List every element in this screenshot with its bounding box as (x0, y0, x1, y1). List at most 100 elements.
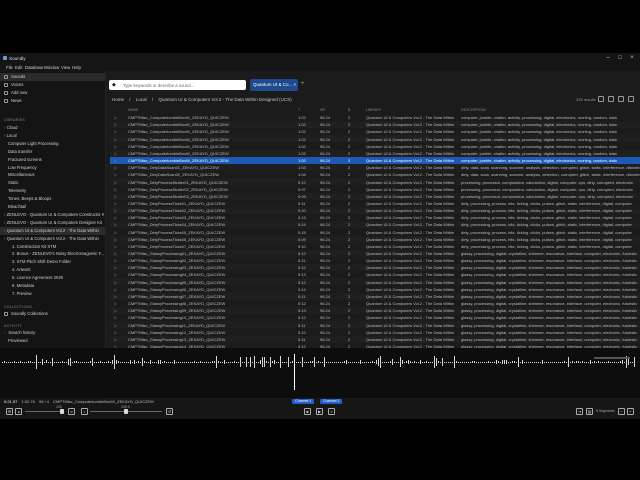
table-row[interactable]: ▷ CMPTMisc_GlassyProcessing04_ZEKAYD_QUIC… (110, 271, 640, 278)
col-description[interactable]: DESCRIPTION (461, 108, 486, 112)
pitch-icon[interactable]: ♪ (81, 408, 88, 415)
table-row[interactable]: ▷ CMPTMisc_GlassyProcessing01_ZEKAYD_QUIC… (110, 249, 640, 257)
table-row[interactable]: ▷ CMPTMisc_ComputerlumbleBoxW_ZEKAYD_QUIC… (110, 143, 640, 150)
sidebar-item-previewed[interactable]: Previewed (8, 337, 104, 345)
table-row[interactable]: ▷ CMPTMisc_DirtyDataScan02_ZEKAYD_QUICZEW… (110, 171, 640, 178)
play-row-icon[interactable]: ▷ (114, 208, 122, 213)
sidebar-item-add-new[interactable]: Add new (4, 89, 104, 97)
table-row[interactable]: ▷ CMPTMisc_GlassyProcessing02_ZEKAYD_QUIC… (110, 257, 640, 264)
sidebar-item-search-history[interactable]: › Search history (4, 329, 104, 337)
breadcrumb-folder[interactable]: Quantum UI & Computers Vol.2 - The Data … (158, 97, 291, 102)
play-row-icon[interactable]: ▷ (114, 201, 122, 206)
sidebar-item-library[interactable]: Static (8, 179, 104, 187)
search-input[interactable]: Type keywords or describe a sound... (123, 83, 194, 88)
play-row-icon[interactable]: ▷ (114, 158, 122, 163)
sidebar-item-library[interactable]: › Quantum UI & Computers Vol.2 - The Dat… (0, 226, 105, 235)
channel-1-button[interactable]: Channel 1 (292, 399, 315, 404)
loop-icon[interactable]: ∞ (68, 408, 75, 415)
play-row-icon[interactable]: ▷ (114, 258, 122, 263)
zoom-in-icon[interactable]: + (627, 408, 634, 415)
stop-icon[interactable]: ■ (304, 408, 311, 415)
play-row-icon[interactable]: ▷ (114, 287, 122, 292)
table-row[interactable]: ▷ CMPTMisc_DirtyDataScan01_ZEKAYD_QUICZEW… (110, 164, 640, 172)
table-row[interactable]: ▷ CMPTMisc_DirtyProcessTicks07_ZEKAYD_QUI… (110, 243, 640, 250)
add-tab-icon[interactable]: + (301, 81, 305, 87)
table-row[interactable]: ▷ CMPTMisc_DirtyProcessTicks05_ZEKAYD_QUI… (110, 228, 640, 235)
sidebar-item-library[interactable]: Bleachtail (8, 203, 104, 211)
sidebar-item-library[interactable]: Telemetry (8, 187, 104, 195)
table-row[interactable]: ▷ CMPTMisc_DirtyProcessStutter01_ZEKAYD_Q… (110, 178, 640, 186)
play-row-icon[interactable]: ▷ (114, 272, 122, 277)
sidebar-item-library[interactable]: › ZENLEVO - Quantum UI & Computers Const… (4, 211, 104, 219)
play-row-icon[interactable]: ▷ (114, 251, 122, 256)
play-row-icon[interactable]: ▷ (114, 194, 122, 199)
tab-quantum[interactable]: Quantum UI & Co... × (250, 79, 298, 91)
play-row-icon[interactable]: ▷ (114, 230, 122, 235)
skip-icon[interactable]: » (328, 408, 335, 415)
col-bits[interactable]: B (348, 108, 350, 112)
sidebar-item-library[interactable]: Fractured screens (8, 156, 104, 164)
sidebar-item-library[interactable]: 7. Preview (12, 290, 104, 298)
col-library[interactable]: LIBRARY (366, 108, 381, 112)
list-view-icon[interactable] (608, 96, 614, 102)
table-row[interactable]: ▷ CMPTMisc_DirtyProcessTicks02_ZEKAYD_QUI… (110, 206, 640, 214)
sidebar-item-library[interactable]: 4. Artwork (12, 266, 104, 274)
sidebar-item-library[interactable]: 1. Construction Kit STM (12, 243, 104, 251)
table-row[interactable]: ▷ CMPTMisc_ComputerlumbleBoxW_ZEKAYD_QUIC… (110, 149, 640, 157)
reset-icon[interactable]: ↺ (166, 408, 173, 415)
col-duration[interactable]: T (298, 108, 300, 112)
sidebar-item-library[interactable]: › Local (4, 132, 104, 140)
play-row-icon[interactable]: ▷ (114, 172, 122, 177)
table-row[interactable]: ▷ CMPTMisc_ComputerlumbleBoxW_ZEKAYD_QUIC… (110, 121, 640, 129)
table-row[interactable]: ▷ CMPTMisc_GlassyProcessing12_ZEKAYD_QUIC… (110, 329, 640, 336)
play-row-icon[interactable]: ▷ (114, 244, 122, 249)
table-row[interactable]: ▷ CMPTMisc_ComputerlumbleBoxW_ZEKAYD_QUIC… (110, 156, 640, 164)
table-row[interactable]: ▷ CMPTMisc_GlassyProcessing10_ZEKAYD_QUIC… (110, 314, 640, 321)
play-row-icon[interactable]: ▷ (114, 265, 122, 270)
breadcrumb-local[interactable]: Local (136, 97, 147, 102)
sidebar-item-library[interactable]: Low Frequency (8, 164, 104, 172)
playhead[interactable] (294, 354, 295, 390)
menu-file[interactable]: File (6, 65, 13, 70)
close-icon[interactable]: × (627, 54, 637, 62)
minimize-icon[interactable]: – (603, 54, 613, 62)
sidebar-item-library[interactable]: 3. STM Pitch Shift Demo Folder (12, 258, 104, 266)
play-row-icon[interactable]: ▷ (114, 151, 122, 156)
play-row-icon[interactable]: ▷ (114, 280, 122, 285)
settings-icon[interactable] (628, 96, 634, 102)
play-row-icon[interactable]: ▷ (114, 215, 122, 220)
volume-knob[interactable] (60, 409, 64, 414)
play-row-icon[interactable]: ▷ (114, 237, 122, 242)
zoom-out-icon[interactable]: − (618, 408, 625, 415)
play-row-icon[interactable]: ▷ (114, 323, 122, 328)
menu-database[interactable]: Database (25, 65, 43, 70)
col-samplerate[interactable]: SR (320, 108, 325, 112)
play-row-icon[interactable]: ▷ (114, 330, 122, 335)
pitch-knob[interactable] (124, 409, 128, 414)
play-row-icon[interactable]: ▷ (114, 115, 122, 120)
menu-view[interactable]: View (61, 65, 70, 70)
channel-2-button[interactable]: Channel 2 (320, 399, 343, 404)
play-row-icon[interactable]: ▷ (114, 187, 122, 192)
volume-icon[interactable]: ◂ (15, 408, 22, 415)
sidebar-item-voices[interactable]: Voices (4, 81, 104, 89)
table-row[interactable]: ▷ CMPTMisc_GlassyProcessing05_ZEKAYD_QUIC… (110, 278, 640, 286)
table-row[interactable]: ▷ CMPTMisc_DirtyProcessTicks04_ZEKAYD_QUI… (110, 221, 640, 229)
table-row[interactable]: ▷ CMPTMisc_GlassyProcessing07_ZEKAYD_QUIC… (110, 292, 640, 300)
sidebar-item-library[interactable]: › Cloud (4, 124, 104, 132)
sidebar-item-news[interactable]: News (4, 97, 104, 105)
play-row-icon[interactable]: ▷ (114, 122, 122, 127)
table-row[interactable]: ▷ CMPTMisc_DirtyProcessStutter02_ZEKAYD_Q… (110, 186, 640, 193)
table-row[interactable]: ▷ CMPTMisc_GlassyProcessing03_ZEKAYD_QUIC… (110, 264, 640, 272)
sidebar-item-library[interactable]: 6. Metadata (12, 282, 104, 290)
table-row[interactable]: ▷ CMPTMisc_DirtyProcessTicks03_ZEKAYD_QUI… (110, 214, 640, 221)
table-row[interactable]: ▷ CMPTMisc_GlassyProcessing13_ZEKAYD_QUIC… (110, 335, 640, 343)
sidebar-item-soundly-collections[interactable]: Soundly Collections (4, 310, 104, 318)
table-row[interactable]: ▷ CMPTMisc_ComputerlumbleBoxW_ZEKAYD_QUIC… (110, 128, 640, 135)
sidebar-item-library[interactable]: Computer Light Processing (8, 140, 104, 148)
segments-label[interactable]: 5 Segments (596, 409, 615, 413)
settings-icon[interactable]: ⚙ (6, 408, 13, 415)
play-row-icon[interactable]: ▷ (114, 337, 122, 342)
play-row-icon[interactable]: ▷ (114, 129, 122, 134)
grid-view-icon[interactable] (618, 96, 624, 102)
